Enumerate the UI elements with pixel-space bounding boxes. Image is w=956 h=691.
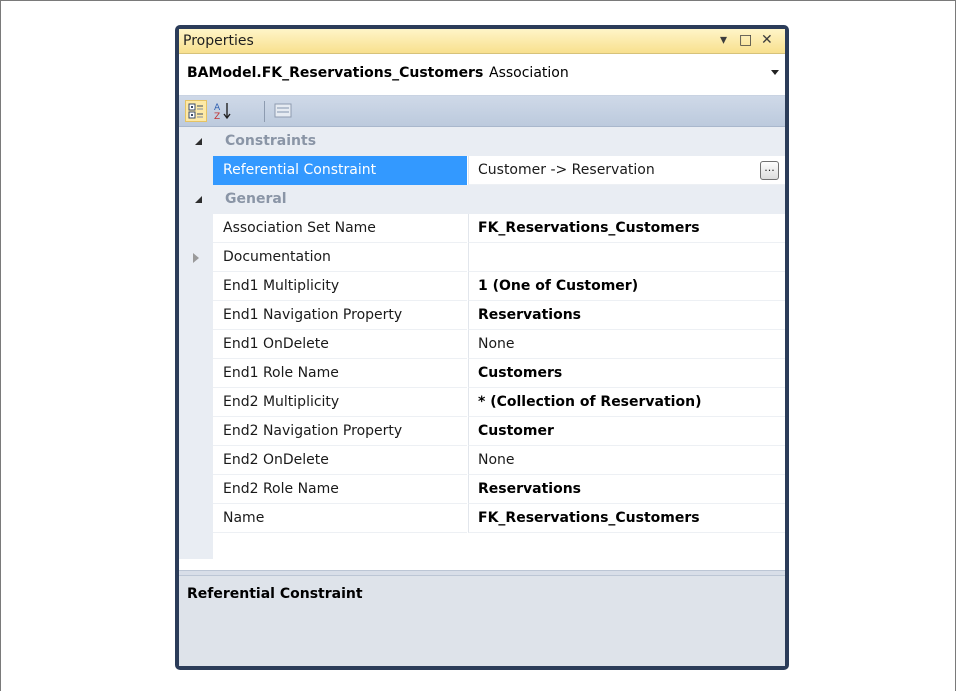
description-title: Referential Constraint bbox=[187, 586, 363, 602]
property-pages-icon bbox=[274, 103, 292, 118]
property-name[interactable]: Documentation bbox=[213, 243, 467, 272]
object-selector-dropdown[interactable]: BAModel.FK_Reservations_Customers Associ… bbox=[179, 54, 785, 96]
property-row[interactable]: Name FK_Reservations_Customers bbox=[179, 504, 785, 533]
property-name[interactable]: End1 Navigation Property bbox=[213, 301, 467, 330]
property-row[interactable]: End2 OnDelete None bbox=[179, 446, 785, 475]
outer-frame-top bbox=[0, 0, 956, 1]
property-value[interactable]: 1 (One of Customer) bbox=[468, 272, 785, 301]
category-label: General bbox=[225, 191, 287, 207]
property-value-text: FK_Reservations_Customers bbox=[478, 510, 700, 526]
property-value-text: Reservations bbox=[478, 307, 581, 323]
category-general[interactable]: General bbox=[179, 185, 785, 214]
categorized-button[interactable] bbox=[185, 100, 207, 122]
property-value[interactable]: FK_Reservations_Customers bbox=[468, 504, 785, 533]
property-value[interactable]: Customer -> Reservation... bbox=[468, 156, 785, 185]
property-value-text: Customers bbox=[478, 365, 563, 381]
property-name[interactable]: Name bbox=[213, 504, 467, 533]
ellipsis-button[interactable]: ... bbox=[760, 161, 779, 180]
property-value[interactable]: Reservations bbox=[468, 301, 785, 330]
property-value[interactable]: None bbox=[468, 446, 785, 475]
alphabetical-button[interactable]: A Z bbox=[212, 100, 234, 122]
property-name[interactable]: End2 Role Name bbox=[213, 475, 467, 504]
property-value-text: * (Collection of Reservation) bbox=[478, 394, 702, 410]
collapse-arrow-icon[interactable] bbox=[195, 196, 202, 203]
property-row[interactable]: End1 OnDelete None bbox=[179, 330, 785, 359]
property-name[interactable]: End2 Navigation Property bbox=[213, 417, 467, 446]
maximize-icon[interactable]: □ bbox=[739, 31, 752, 49]
property-row[interactable]: End2 Navigation Property Customer bbox=[179, 417, 785, 446]
property-row[interactable]: End2 Role Name Reservations bbox=[179, 475, 785, 504]
properties-toolbar: A Z bbox=[179, 96, 785, 127]
property-name[interactable]: End1 OnDelete bbox=[213, 330, 467, 359]
property-pages-button[interactable] bbox=[272, 100, 294, 122]
property-value-text: Customer bbox=[478, 423, 554, 439]
outer-frame-left bbox=[0, 0, 1, 691]
categorized-icon bbox=[188, 103, 203, 119]
description-pane: Referential Constraint bbox=[179, 576, 785, 666]
property-value-text: FK_Reservations_Customers bbox=[478, 220, 700, 236]
property-value[interactable]: * (Collection of Reservation) bbox=[468, 388, 785, 417]
toolbar-separator bbox=[264, 101, 265, 122]
property-value[interactable]: Reservations bbox=[468, 475, 785, 504]
selected-object-name: BAModel.FK_Reservations_Customers bbox=[187, 65, 484, 81]
property-value[interactable]: None bbox=[468, 330, 785, 359]
expand-arrow-icon[interactable] bbox=[193, 253, 199, 263]
pin-dropdown-icon[interactable]: ▾ bbox=[720, 31, 727, 49]
properties-panel: Properties ▾ □ ✕ BAModel.FK_Reservations… bbox=[179, 29, 785, 666]
property-row[interactable]: Documentation bbox=[179, 243, 785, 272]
collapse-arrow-icon[interactable] bbox=[195, 138, 202, 145]
property-name[interactable]: End1 Multiplicity bbox=[213, 272, 467, 301]
property-name[interactable]: End2 Multiplicity bbox=[213, 388, 467, 417]
property-row[interactable]: End1 Multiplicity 1 (One of Customer) bbox=[179, 272, 785, 301]
property-value-text: Reservations bbox=[478, 481, 581, 497]
property-value[interactable]: Customer bbox=[468, 417, 785, 446]
svg-text:Z: Z bbox=[214, 112, 220, 122]
property-name[interactable]: Referential Constraint bbox=[213, 156, 467, 185]
chevron-down-icon[interactable] bbox=[771, 70, 779, 75]
property-row[interactable]: Association Set Name FK_Reservations_Cust… bbox=[179, 214, 785, 243]
panel-titlebar[interactable]: Properties ▾ □ ✕ bbox=[179, 29, 785, 54]
sort-az-icon: A Z bbox=[214, 103, 231, 122]
property-name[interactable]: Association Set Name bbox=[213, 214, 467, 243]
property-value-text: Customer -> Reservation bbox=[478, 162, 655, 178]
property-row[interactable]: End1 Navigation Property Reservations bbox=[179, 301, 785, 330]
property-value[interactable] bbox=[468, 243, 785, 272]
selected-object-type: Association bbox=[489, 65, 569, 81]
property-row[interactable]: End1 Role Name Customers bbox=[179, 359, 785, 388]
panel-title: Properties bbox=[183, 33, 254, 49]
close-icon[interactable]: ✕ bbox=[761, 31, 773, 49]
property-value-text: None bbox=[478, 452, 515, 468]
property-value-text: 1 (One of Customer) bbox=[478, 278, 639, 294]
property-name[interactable]: End1 Role Name bbox=[213, 359, 467, 388]
category-label: Constraints bbox=[225, 133, 317, 149]
property-value[interactable]: FK_Reservations_Customers bbox=[468, 214, 785, 243]
property-grid: Constraints Referential Constraint Custome… bbox=[179, 127, 785, 559]
category-constraints[interactable]: Constraints bbox=[179, 127, 785, 156]
property-value-text: None bbox=[478, 336, 515, 352]
property-row[interactable]: Referential Constraint Customer -> Reserv… bbox=[179, 156, 785, 185]
property-name[interactable]: End2 OnDelete bbox=[213, 446, 467, 475]
property-value[interactable]: Customers bbox=[468, 359, 785, 388]
properties-window: Properties ▾ □ ✕ BAModel.FK_Reservations… bbox=[175, 25, 789, 670]
property-row[interactable]: End2 Multiplicity * (Collection of Reserv… bbox=[179, 388, 785, 417]
